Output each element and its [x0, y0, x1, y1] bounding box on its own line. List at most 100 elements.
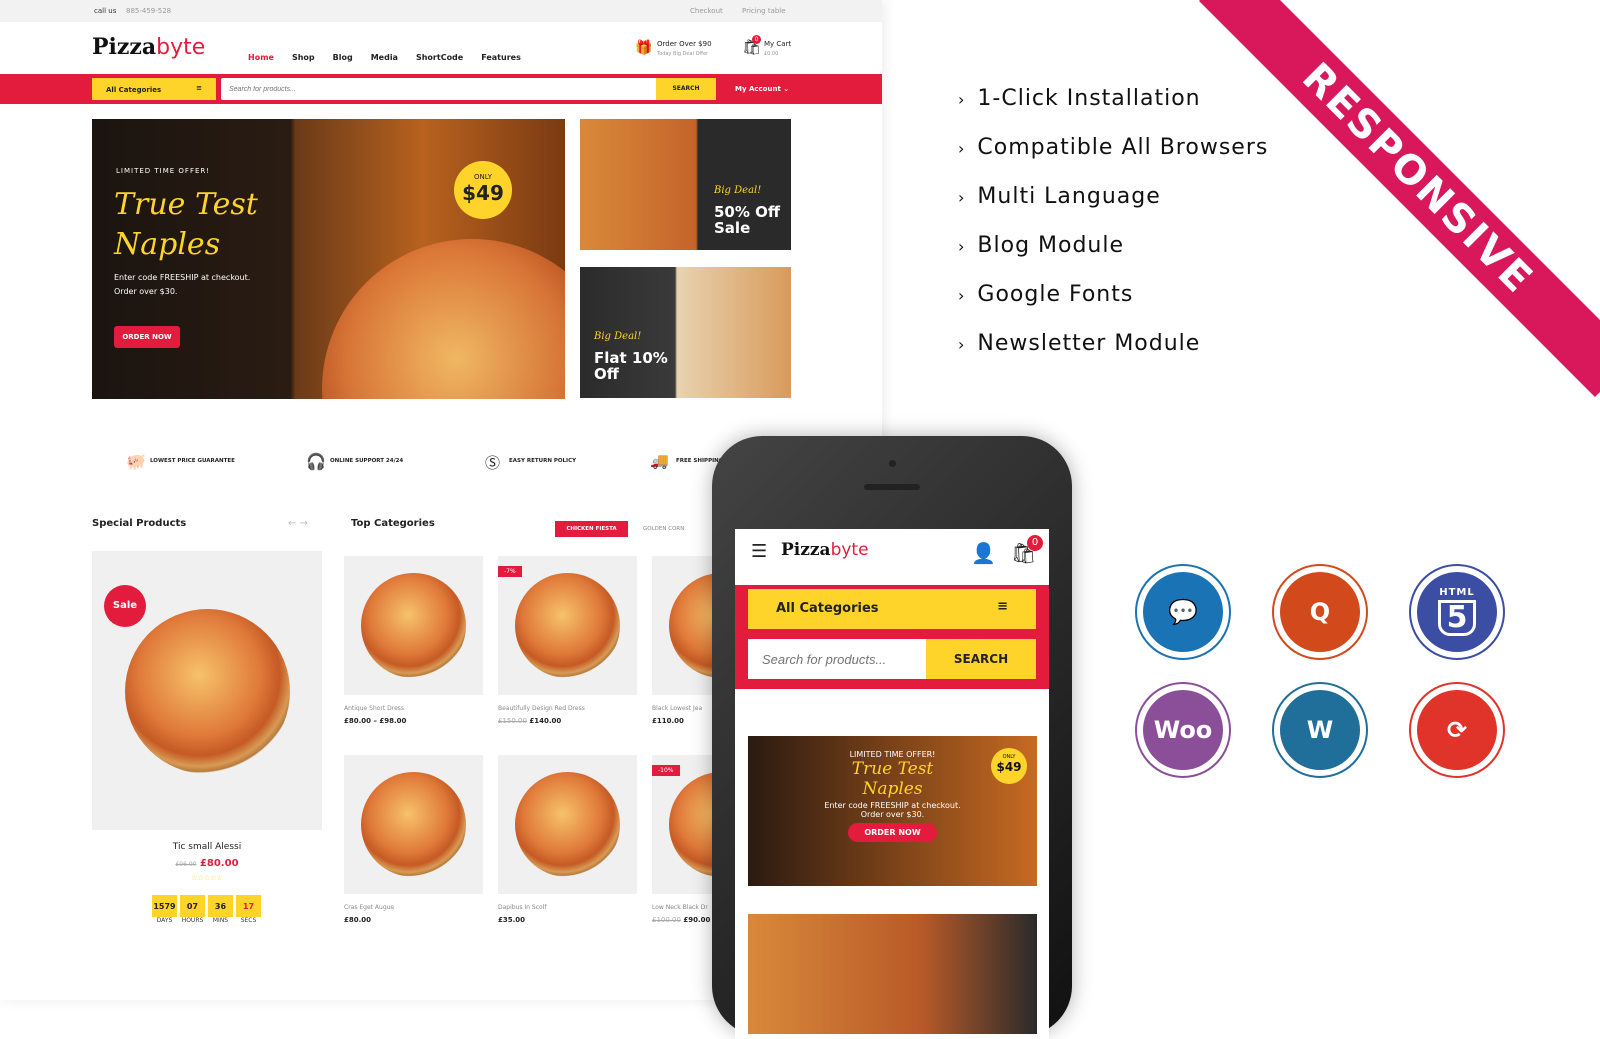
carousel-arrows[interactable]: ← →	[288, 518, 308, 529]
offer-sub: Today Big Deal Offer	[657, 51, 709, 57]
top-categories-title: Top Categories	[351, 518, 435, 529]
main-nav: Home Shop Blog Media ShortCode Features	[248, 45, 539, 64]
hero-title-2: Naples	[114, 227, 221, 262]
special-product-price: £96.00 £80.00	[175, 858, 239, 869]
q-icon: Q	[1272, 564, 1368, 660]
product-name[interactable]: Beautifully Design Red Dress	[498, 705, 585, 712]
nav-shop[interactable]: Shop	[292, 53, 315, 62]
sale-badge: Sale	[104, 585, 146, 627]
nav-home[interactable]: Home	[248, 53, 274, 62]
phone-search-button[interactable]: SEARCH	[926, 639, 1036, 679]
product-price: £150.00 £140.00	[498, 717, 562, 725]
user-icon[interactable]: 👤	[971, 541, 996, 565]
feature-item: › Multi Language	[958, 184, 1161, 209]
icon-label: W	[1306, 716, 1334, 744]
phone-price-badge: ONLY $49	[991, 748, 1027, 784]
icon-label: Woo	[1153, 716, 1213, 744]
wordpress-icon: W	[1272, 682, 1368, 778]
tab-chicken-fiesta[interactable]: CHICKEN FIESTA	[555, 521, 628, 537]
gift-icon: 🎁	[635, 40, 653, 56]
banner1-line2: Sale	[714, 219, 751, 237]
my-account-dropdown[interactable]: My Account ⌄	[735, 85, 789, 93]
banner2-line2: Off	[594, 365, 619, 383]
phone-order-now-button[interactable]: ORDER NOW	[848, 823, 937, 842]
phone-mockup: ☰ Pizzabyte 👤 🛍 0 All Categories ≡ SEARCH…	[712, 436, 1072, 1039]
cart-amount: £0.00	[764, 51, 779, 57]
cart-label[interactable]: My Cart	[764, 40, 791, 48]
headset-icon: 🎧	[306, 452, 326, 471]
countdown-unit: 1579 DAYS	[152, 895, 177, 924]
special-product-card[interactable]: Sale	[92, 551, 322, 830]
phone-deal-banner[interactable]	[748, 914, 1037, 1034]
order-now-button[interactable]: ORDER NOW	[114, 326, 180, 348]
product-name[interactable]: Low Neck Black Dr	[652, 904, 708, 911]
countdown-unit: 36 MINS	[208, 895, 233, 924]
product-card[interactable]	[498, 755, 637, 894]
product-image	[361, 573, 466, 678]
update-icon: ⟳	[1409, 682, 1505, 778]
tab-golden-corn[interactable]: GOLDEN CORN	[643, 526, 684, 532]
woo-icon: Woo	[1135, 682, 1231, 778]
product-price: £110.00	[652, 717, 684, 725]
hero-text-1: Enter code FREESHIP at checkout.	[114, 273, 251, 282]
product-image	[515, 772, 620, 877]
banner-50-off[interactable]: Big Deal! 50% Off Sale	[580, 119, 791, 250]
html5-icon: HTML 5	[1409, 564, 1505, 660]
service-lowest-price: LOWEST PRICE GUARANTEE	[150, 458, 235, 464]
nav-blog[interactable]: Blog	[333, 53, 353, 62]
phone-screen: ☰ Pizzabyte 👤 🛍 0 All Categories ≡ SEARCH…	[735, 529, 1049, 1039]
product-name[interactable]: Dapibus In Scolf	[498, 904, 546, 911]
product-card[interactable]	[344, 556, 483, 695]
offer-title: Order Over $90	[657, 40, 712, 48]
hero-banner[interactable]: LIMITED TIME OFFER! True Test Naples Ent…	[92, 119, 565, 399]
phone-search-input[interactable]	[748, 639, 926, 679]
product-card[interactable]	[344, 755, 483, 894]
product-image	[361, 772, 466, 877]
logo[interactable]: Pizzabyte	[92, 34, 205, 60]
hero-kicker: LIMITED TIME OFFER!	[116, 167, 211, 175]
service-online-support: ONLINE SUPPORT 24/24	[330, 458, 404, 464]
piggy-bank-icon: 🐖	[126, 452, 146, 471]
discount-badge: -7%	[498, 566, 522, 577]
search-button[interactable]: SEARCH	[656, 78, 716, 100]
phone-logo[interactable]: Pizzabyte	[781, 540, 869, 560]
cart-count: 0	[752, 35, 761, 44]
hero-text-2: Order over $30.	[114, 287, 178, 296]
product-card[interactable]: -7%	[498, 556, 637, 695]
product-name[interactable]: Cras Eget Augue	[344, 904, 394, 911]
product-image	[125, 609, 290, 774]
chevron-right-icon: ›	[958, 90, 966, 109]
nav-media[interactable]: Media	[371, 53, 398, 62]
nav-features[interactable]: Features	[481, 53, 521, 62]
feature-item: › Google Fonts	[958, 282, 1134, 307]
chevron-right-icon: ›	[958, 188, 966, 207]
categories-dropdown[interactable]: All Categories ≡	[92, 78, 216, 100]
countdown-unit: 17 SECS	[236, 895, 261, 924]
nav-shortcode[interactable]: ShortCode	[416, 53, 463, 62]
special-product-name[interactable]: Tic small Alessi	[92, 842, 322, 852]
pricing-link[interactable]: Pricing table	[742, 7, 786, 15]
phone-cart-count: 0	[1027, 535, 1043, 551]
product-price: £35.00	[498, 916, 526, 924]
service-easy-return: EASY RETURN POLICY	[509, 458, 577, 464]
chevron-right-icon: ›	[958, 237, 966, 256]
phone-hero-banner[interactable]: LIMITED TIME OFFER! True Test Naples Ent…	[748, 736, 1037, 886]
product-name[interactable]: Black Lowest Jea	[652, 705, 702, 712]
phone-search-area: All Categories ≡ SEARCH	[735, 585, 1049, 689]
phone-categories-dropdown[interactable]: All Categories ≡	[748, 589, 1036, 629]
search-input[interactable]	[221, 78, 657, 100]
special-products-title: Special Products	[92, 518, 187, 529]
html-label: HTML	[1439, 587, 1475, 598]
product-name[interactable]: Antique Short Dress	[344, 705, 404, 712]
chef-icon: 💬	[1135, 564, 1231, 660]
chevron-right-icon: ›	[958, 139, 966, 158]
product-price: £100.00 £90.00	[652, 916, 711, 924]
hamburger-menu-icon[interactable]: ☰	[751, 541, 767, 562]
menu-icon: ≡	[196, 84, 202, 92]
product-price: £80.00	[344, 916, 372, 924]
product-price: £80.00 – £98.00	[344, 717, 407, 725]
responsive-ribbon: RESPONSIVE	[1198, 0, 1600, 397]
checkout-link[interactable]: Checkout	[690, 7, 723, 15]
banner-flat-10-off[interactable]: Big Deal! Flat 10% Off	[580, 267, 791, 398]
banner2-kicker: Big Deal!	[594, 331, 642, 342]
